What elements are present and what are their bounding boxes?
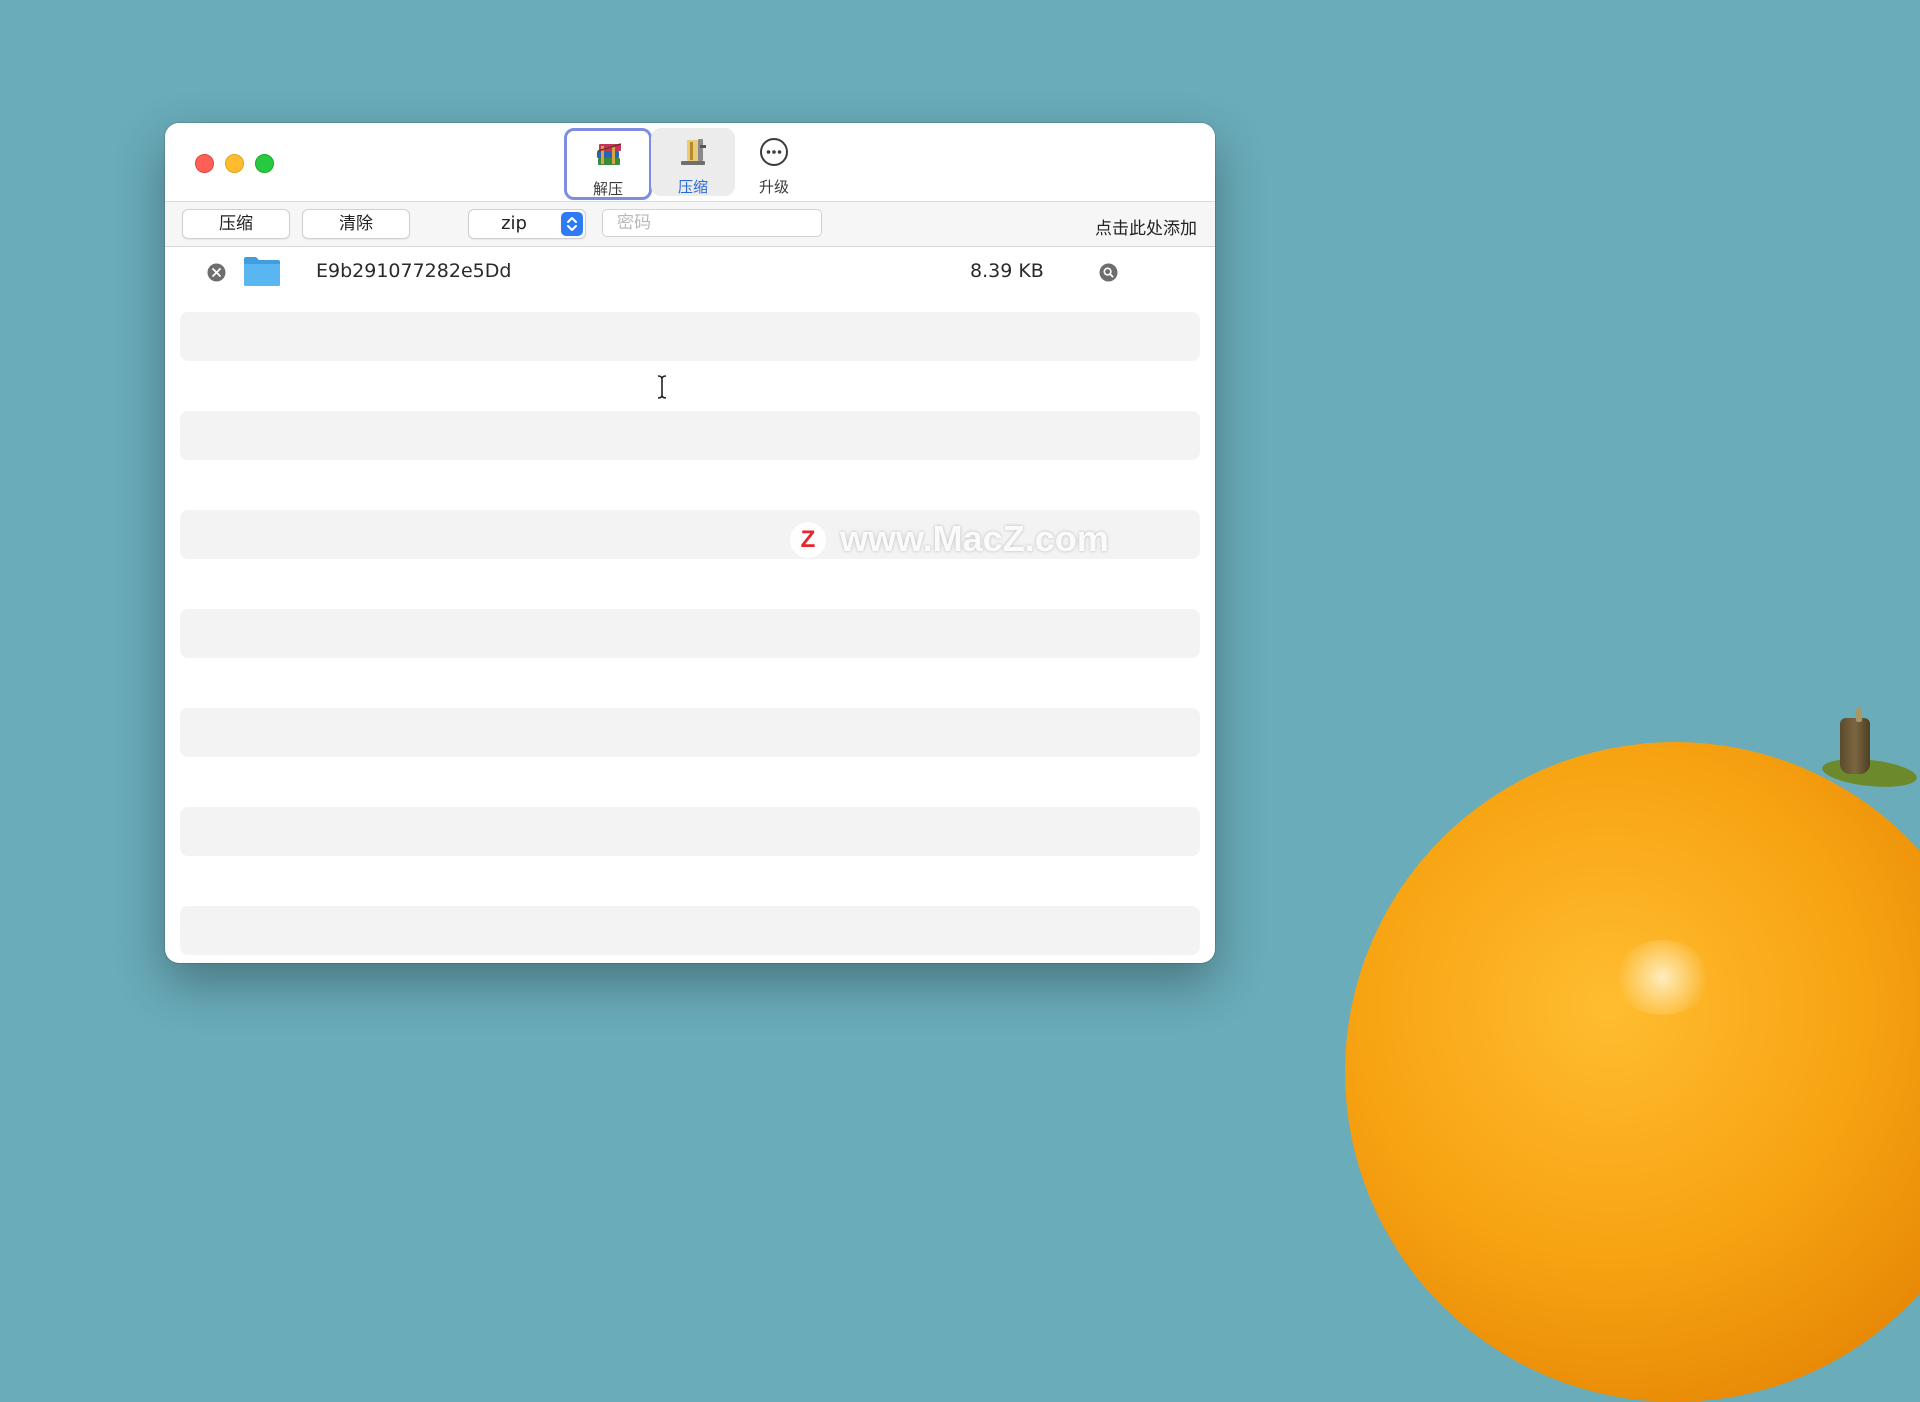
empty-row <box>180 559 1200 608</box>
empty-row <box>180 757 1200 806</box>
file-list: E9b291077282e5Dd 8.39 KB <box>165 247 1215 963</box>
format-select-value: zip <box>501 213 527 234</box>
empty-row <box>180 708 1200 757</box>
clear-button[interactable]: 清除 <box>302 209 410 239</box>
text-cursor-icon <box>657 375 667 399</box>
file-name: E9b291077282e5Dd <box>316 260 512 282</box>
password-input[interactable] <box>602 209 822 237</box>
remove-file-icon[interactable] <box>207 263 226 282</box>
window-minimize-button[interactable] <box>225 154 244 173</box>
empty-row <box>180 411 1200 460</box>
folder-icon <box>244 257 280 286</box>
add-files-link[interactable]: 点击此处添加 <box>1095 214 1197 239</box>
ellipsis-circle-icon <box>760 138 788 166</box>
orange-stem <box>1840 718 1870 774</box>
file-row[interactable]: E9b291077282e5Dd 8.39 KB <box>180 247 1200 296</box>
tab-compress[interactable]: 压缩 <box>651 128 735 196</box>
select-arrows-icon <box>561 212 583 236</box>
tab-extract[interactable]: 解压 <box>564 128 652 200</box>
orange-stem-tip <box>1856 708 1862 722</box>
window-zoom-button[interactable] <box>255 154 274 173</box>
file-size: 8.39 KB <box>970 260 1044 282</box>
window-close-button[interactable] <box>195 154 214 173</box>
empty-row <box>180 609 1200 658</box>
empty-row <box>180 312 1200 361</box>
action-bar: 压缩 清除 zip 点击此处添加 <box>165 202 1215 247</box>
title-bar: 解压 压缩 升级 <box>165 123 1215 202</box>
search-icon[interactable] <box>1099 263 1118 282</box>
tab-extract-label: 解压 <box>592 180 623 198</box>
empty-row <box>180 906 1200 955</box>
empty-row <box>180 460 1200 509</box>
tab-upgrade-label: 升级 <box>758 178 789 196</box>
format-select[interactable]: zip <box>468 209 586 239</box>
empty-row <box>180 658 1200 707</box>
tab-compress-label: 压缩 <box>677 178 708 196</box>
empty-row <box>180 807 1200 856</box>
watermark-logo: Z <box>790 522 826 558</box>
compress-vise-icon <box>681 139 706 165</box>
empty-row <box>180 361 1200 410</box>
watermark-text: www.MacZ.com <box>840 518 1109 559</box>
tab-upgrade[interactable]: 升级 <box>732 128 816 196</box>
archive-books-icon <box>597 143 622 165</box>
compress-button[interactable]: 压缩 <box>182 209 290 239</box>
empty-row <box>180 856 1200 905</box>
orange-highlight <box>1615 940 1710 1015</box>
